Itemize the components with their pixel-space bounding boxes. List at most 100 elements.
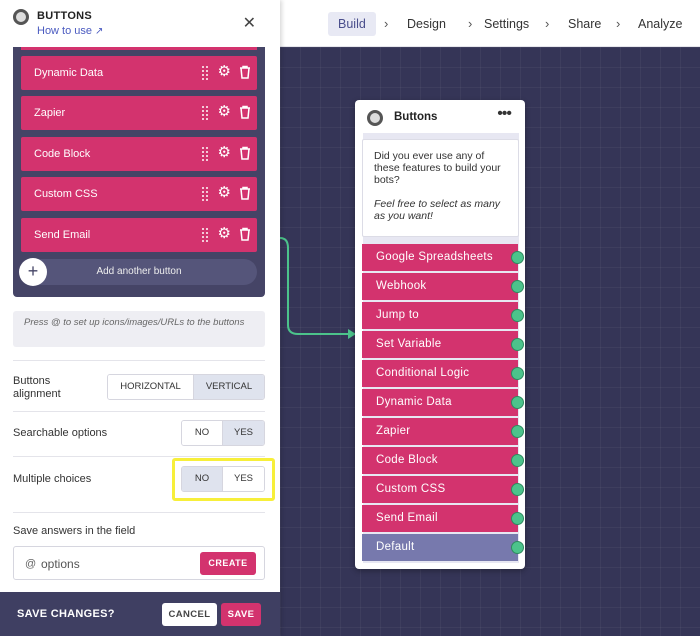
trash-icon[interactable]	[239, 146, 251, 160]
gear-icon[interactable]: ⚙	[218, 185, 231, 201]
save-field-value[interactable]: options	[41, 557, 80, 571]
alignment-horizontal-option[interactable]: HORIZONTAL	[108, 375, 194, 399]
gear-icon[interactable]: ⚙	[218, 145, 231, 161]
message-italic-text: Feel free to select as many as you want!	[374, 198, 501, 222]
choice-label: Jump to	[376, 309, 420, 321]
chevron-right-icon: ›	[468, 16, 473, 31]
node-choice[interactable]: Set Variable	[362, 331, 524, 358]
choice-label: Zapier	[376, 425, 411, 437]
node-choice[interactable]: Code Block	[362, 447, 524, 474]
save-changes-label: SAVE CHANGES?	[17, 608, 115, 620]
drag-handle-icon[interactable]	[201, 65, 209, 80]
choice-label: Google Spreadsheets	[376, 251, 493, 263]
nav-step-share[interactable]: Share	[568, 12, 601, 36]
more-options-icon[interactable]: •••	[497, 105, 512, 123]
trash-icon[interactable]	[239, 227, 251, 241]
trash-icon[interactable]	[239, 65, 251, 79]
drag-handle-icon[interactable]	[201, 146, 209, 161]
connector-dot[interactable]	[511, 454, 524, 467]
node-choice[interactable]: Webhook	[362, 273, 524, 300]
button-item[interactable]: Zapier ⚙	[21, 96, 257, 130]
buttons-settings-panel: BUTTONS How to use ↗ ✕ Dynamic Data ⚙ Zap…	[0, 0, 280, 636]
node-choice[interactable]: Jump to	[362, 302, 524, 329]
panel-footer: SAVE CHANGES? CANCEL SAVE	[0, 592, 280, 636]
divider	[13, 360, 265, 361]
node-choice[interactable]: Google Spreadsheets	[362, 244, 524, 271]
how-to-use-link[interactable]: How to use ↗	[37, 25, 103, 37]
node-choice[interactable]: Send Email	[362, 505, 524, 532]
connector-dot[interactable]	[511, 367, 524, 380]
scrolled-button-edge	[21, 47, 257, 50]
button-item[interactable]: Dynamic Data ⚙	[21, 56, 257, 90]
choice-label: Set Variable	[376, 338, 442, 350]
searchable-no-option[interactable]: NO	[182, 421, 223, 445]
gear-icon[interactable]: ⚙	[218, 226, 231, 242]
divider	[13, 512, 265, 513]
create-button[interactable]: CREATE	[200, 552, 256, 575]
chevron-right-icon: ›	[545, 16, 550, 31]
multiple-choices-label: Multiple choices	[13, 473, 92, 485]
alignment-vertical-option[interactable]: VERTICAL	[194, 375, 264, 399]
drag-handle-icon[interactable]	[201, 227, 209, 242]
button-item-label: Code Block	[34, 148, 91, 160]
choice-label: Custom CSS	[376, 483, 446, 495]
choice-label: Code Block	[376, 454, 438, 466]
connector-dot[interactable]	[511, 338, 524, 351]
node-choice-default[interactable]: Default	[362, 534, 524, 561]
close-icon[interactable]: ✕	[243, 13, 256, 33]
save-field-input[interactable]: @ options CREATE	[13, 546, 265, 580]
choice-label: Dynamic Data	[376, 396, 452, 408]
hint-text: Press @ to set up icons/images/URLs to t…	[13, 311, 265, 347]
buttons-alignment-label: Buttons alignment	[13, 375, 61, 400]
flow-connector	[279, 237, 356, 339]
cancel-button[interactable]: CANCEL	[162, 603, 217, 626]
how-to-use-label: How to use	[37, 25, 93, 37]
connector-dot[interactable]	[511, 280, 524, 293]
connector-dot[interactable]	[511, 512, 524, 525]
panel-title: BUTTONS	[37, 10, 93, 22]
add-another-button[interactable]: + Add another button	[19, 258, 257, 286]
button-item[interactable]: Code Block ⚙	[21, 137, 257, 171]
nav-step-analyze[interactable]: Analyze	[638, 12, 682, 36]
save-button[interactable]: SAVE	[221, 603, 261, 626]
choice-label: Conditional Logic	[376, 367, 470, 379]
node-choice[interactable]: Dynamic Data	[362, 389, 524, 416]
node-choice[interactable]: Custom CSS	[362, 476, 524, 503]
searchable-yes-option[interactable]: YES	[223, 421, 264, 445]
nav-step-build[interactable]: Build	[328, 12, 376, 36]
node-choice[interactable]: Zapier	[362, 418, 524, 445]
nav-step-settings[interactable]: Settings	[484, 12, 529, 36]
chevron-right-icon: ›	[384, 16, 389, 31]
message-text: Did you ever use any of these features t…	[374, 150, 501, 186]
connector-dot[interactable]	[511, 425, 524, 438]
drag-handle-icon[interactable]	[201, 105, 209, 120]
connector-dot[interactable]	[511, 251, 524, 264]
connector-dot[interactable]	[511, 309, 524, 322]
button-item-label: Dynamic Data	[34, 67, 104, 79]
gear-icon[interactable]: ⚙	[218, 104, 231, 120]
connector-dot[interactable]	[511, 541, 524, 554]
button-item[interactable]: Send Email ⚙	[21, 218, 257, 252]
buttons-list: Dynamic Data ⚙ Zapier ⚙ Code Block ⚙ Cus…	[13, 47, 265, 297]
gear-icon[interactable]: ⚙	[218, 64, 231, 80]
node-message: Did you ever use any of these features t…	[362, 139, 519, 237]
searchable-options-label: Searchable options	[13, 427, 108, 439]
trash-icon[interactable]	[239, 105, 251, 119]
divider	[13, 411, 265, 412]
choice-label: Webhook	[376, 280, 427, 292]
node-choice[interactable]: Conditional Logic	[362, 360, 524, 387]
trash-icon[interactable]	[239, 186, 251, 200]
nav-step-design[interactable]: Design	[407, 12, 446, 36]
add-another-button-label: Add another button	[96, 266, 182, 277]
external-link-icon: ↗	[95, 26, 104, 37]
button-item[interactable]: Custom CSS ⚙	[21, 177, 257, 211]
connector-dot[interactable]	[511, 483, 524, 496]
highlight-annotation	[172, 458, 275, 501]
connector-dot[interactable]	[511, 396, 524, 409]
panel-header: BUTTONS How to use ↗ ✕	[0, 0, 280, 47]
top-nav: Build › Design › Settings › Share › Anal…	[280, 0, 700, 47]
at-prefix: @	[25, 558, 37, 570]
buttons-block-icon	[13, 9, 29, 25]
button-item-label: Custom CSS	[34, 188, 98, 200]
drag-handle-icon[interactable]	[201, 186, 209, 201]
